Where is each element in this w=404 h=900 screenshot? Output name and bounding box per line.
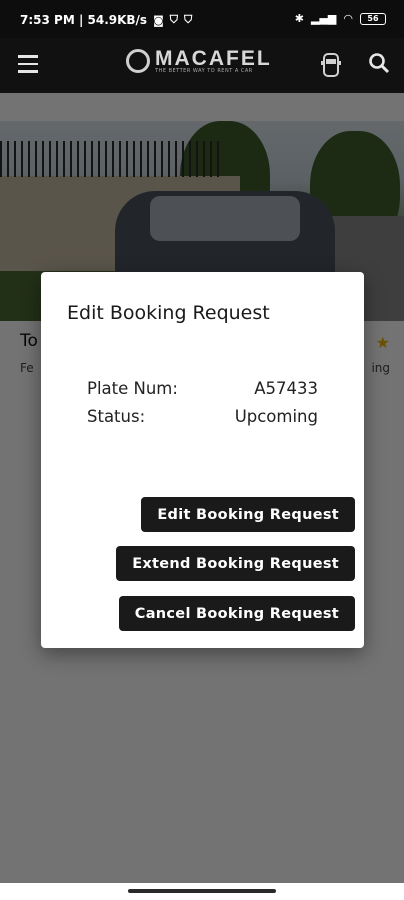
status-right: ✱ ▂▄▆ ◠ 56 (295, 12, 386, 25)
car-icon[interactable] (320, 52, 342, 82)
status-label: Status: (87, 407, 146, 426)
bluetooth-icon: ✱ (294, 12, 304, 25)
status-bar: 7:53 PM | 54.9KB/s ◙ ⛉ ⛉ ✱ ▂▄▆ ◠ 56 (0, 0, 404, 38)
shield-icon: ⛉ (184, 13, 193, 26)
status-value: Upcoming (234, 407, 318, 426)
instagram-icon: ◙ (153, 13, 164, 27)
app-logo: MACAFEL THE BETTER WAY TO RENT A CAR (126, 48, 272, 74)
plate-label: Plate Num: (87, 379, 178, 398)
app-bar: MACAFEL THE BETTER WAY TO RENT A CAR (0, 38, 404, 93)
extend-booking-button[interactable]: Extend Booking Request (116, 546, 355, 581)
status-left: 7:53 PM | 54.9KB/s ◙ ⛉ ⛉ (20, 13, 192, 27)
time-speed: 7:53 PM | 54.9KB/s (20, 13, 148, 27)
dialog-title: Edit Booking Request (67, 302, 270, 324)
plate-value: A57433 (254, 379, 318, 398)
signal-icon: ▂▄▆ (311, 12, 337, 25)
gesture-bar[interactable] (128, 889, 276, 893)
menu-icon[interactable] (18, 55, 40, 75)
search-icon[interactable] (368, 52, 390, 78)
edit-booking-dialog: Edit Booking Request Plate Num: A57433 S… (41, 272, 364, 648)
cancel-booking-button[interactable]: Cancel Booking Request (118, 596, 355, 631)
edit-booking-button[interactable]: Edit Booking Request (141, 497, 355, 532)
logo-text: MACAFEL (155, 47, 272, 70)
logo-mark-icon (126, 49, 150, 73)
battery-icon: 56 (360, 12, 386, 25)
shield-icon: ⛉ (169, 13, 179, 26)
wifi-icon: ◠ (343, 12, 353, 25)
